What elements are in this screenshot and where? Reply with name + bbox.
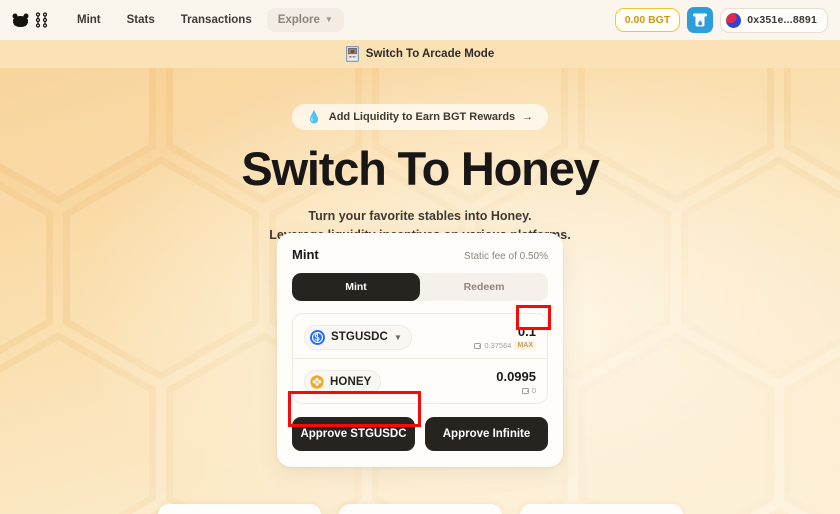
static-fee-label: Static fee of 0.50% — [464, 251, 548, 262]
to-balance-value: 0 — [531, 386, 536, 395]
from-balance-value: 0.37564 — [484, 341, 512, 350]
add-liquidity-label: Add Liquidity to Earn BGT Rewards — [328, 111, 516, 123]
navbar-right-group: 0.00 BGT 0x351e...8891 — [614, 7, 828, 33]
token-selector-from[interactable]: STGUSDC ▼ — [304, 324, 412, 350]
arrow-right-icon: → — [522, 111, 534, 123]
mint-card-title: Mint — [292, 247, 319, 262]
arcade-cabinet-icon — [345, 46, 359, 62]
token-name-from: STGUSDC — [331, 331, 388, 343]
amount-output-to: 0.0995 — [496, 369, 536, 384]
card-actions: Approve STGUSDC Approve Infinite — [292, 417, 548, 451]
avatar — [726, 12, 742, 28]
mint-card-header: Mint Static fee of 0.50% — [292, 247, 548, 262]
mint-card: Mint Static fee of 0.50% Mint Redeem STG… — [277, 233, 563, 467]
amount-input-from[interactable]: 0.1 — [518, 324, 536, 339]
swap-box: STGUSDC ▼ 0.1 0.37564 MAX HONEY 0.0995 0 — [292, 313, 548, 404]
wallet-connect-button[interactable] — [687, 7, 714, 33]
token-name-to: HONEY — [330, 376, 372, 388]
to-balance-line: 0 — [521, 386, 536, 395]
honey-token-icon — [310, 375, 324, 389]
swap-row-from: STGUSDC ▼ 0.1 0.37564 MAX — [293, 314, 547, 358]
bera-mark-icon — [35, 12, 48, 28]
bottom-card[interactable] — [519, 504, 683, 514]
top-navbar: Mint Stats Transactions Explore ▼ 0.00 B… — [0, 0, 840, 40]
wallet-icon — [521, 387, 529, 394]
nav-link-stats[interactable]: Stats — [116, 8, 166, 32]
hero-subtitle-line-1: Turn your favorite stables into Honey. — [308, 209, 532, 224]
bear-head-icon — [12, 13, 29, 27]
token-selector-to[interactable]: HONEY — [304, 370, 382, 394]
bgt-balance-badge[interactable]: 0.00 BGT — [614, 8, 681, 32]
honey-jar-icon — [692, 13, 707, 26]
bottom-card[interactable] — [338, 504, 502, 514]
swap-row-to: HONEY 0.0995 0 — [293, 358, 547, 403]
arcade-banner-label: Switch To Arcade Mode — [365, 48, 495, 60]
water-drop-icon: 💧 — [306, 110, 322, 124]
from-balance-line: 0.37564 MAX — [474, 341, 536, 350]
chevron-down-icon: ▼ — [393, 332, 402, 342]
nav-link-transactions[interactable]: Transactions — [170, 8, 263, 32]
chevron-down-icon: ▼ — [324, 15, 333, 24]
wallet-address-pill[interactable]: 0x351e...8891 — [720, 7, 828, 33]
app-root: Mint Stats Transactions Explore ▼ 0.00 B… — [0, 0, 840, 514]
stgusdc-token-icon — [310, 329, 325, 345]
mint-redeem-tabs: Mint Redeem — [292, 273, 548, 301]
nav-link-mint[interactable]: Mint — [66, 8, 112, 32]
tab-redeem[interactable]: Redeem — [420, 273, 548, 301]
nav-link-explore-label: Explore — [277, 14, 320, 26]
from-amount-group: 0.1 0.37564 MAX — [474, 324, 536, 350]
bottom-cards-row — [0, 504, 840, 514]
tab-mint[interactable]: Mint — [292, 273, 420, 301]
approve-infinite-button[interactable]: Approve Infinite — [425, 417, 548, 451]
bera-logo[interactable] — [12, 12, 48, 28]
to-amount-group: 0.0995 0 — [496, 369, 536, 395]
page-title: Switch To Honey — [241, 142, 599, 195]
nav-link-explore[interactable]: Explore ▼ — [266, 8, 344, 32]
wallet-icon — [474, 342, 482, 349]
arcade-mode-banner[interactable]: Switch To Arcade Mode — [0, 40, 840, 68]
nav-links: Mint Stats Transactions Explore ▼ — [66, 8, 344, 32]
approve-stgusdc-button[interactable]: Approve STGUSDC — [292, 417, 415, 451]
add-liquidity-pill[interactable]: 💧 Add Liquidity to Earn BGT Rewards → — [291, 104, 549, 130]
wallet-address-text: 0x351e...8891 — [747, 14, 817, 26]
bottom-card[interactable] — [157, 504, 321, 514]
max-button[interactable]: MAX — [514, 341, 536, 350]
